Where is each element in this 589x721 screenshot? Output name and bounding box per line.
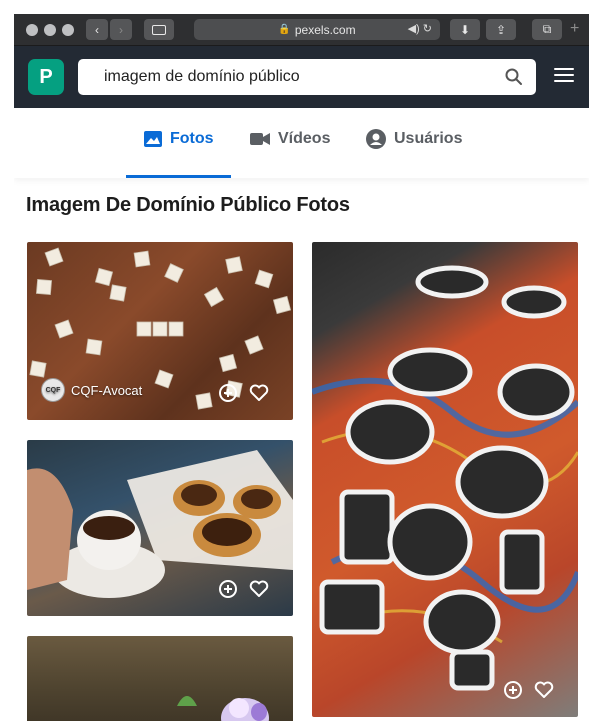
window-zoom-dot[interactable] [62, 24, 74, 36]
pexels-logo[interactable]: P [28, 59, 64, 95]
search-input[interactable]: imagem de domínio público [78, 59, 536, 95]
tab-usuarios[interactable]: Usuários [366, 127, 462, 151]
site-header: P imagem de domínio público [14, 46, 589, 108]
page-title: Imagem De Domínio Público Fotos [26, 194, 350, 216]
forward-button[interactable]: › [110, 19, 132, 40]
author-name: CQF-Avocat [71, 382, 143, 398]
share-button[interactable]: ⇪ [486, 19, 516, 40]
tab-fotos-label: Fotos [170, 130, 214, 147]
hamburger-icon[interactable] [554, 68, 574, 86]
window-minimize-dot[interactable] [44, 24, 56, 36]
photo-actions [219, 384, 269, 402]
downloads-button[interactable]: ⬇ [450, 19, 480, 40]
lock-icon: 🔒 [278, 24, 291, 35]
photo-cupcake[interactable] [27, 636, 293, 721]
browser-toolbar: ‹ › 🔒 pexels.com ◀︎) ↻ ⬇ ⇪ ⧉ + [14, 14, 589, 46]
address-bar[interactable]: 🔒 pexels.com ◀︎) ↻ [194, 19, 440, 40]
tab-fotos[interactable]: Fotos [144, 127, 214, 151]
photo-actions [219, 580, 269, 598]
tab-videos[interactable]: Vídeos [250, 127, 330, 151]
video-camera-icon [250, 133, 270, 145]
add-to-collection-icon[interactable] [219, 384, 237, 402]
speaker-reload-icons[interactable]: ◀︎) ↻ [408, 22, 432, 35]
author-avatar: CQF [41, 378, 65, 402]
tab-usuarios-label: Usuários [394, 130, 463, 147]
photo-metal-letters[interactable] [312, 242, 578, 717]
sidebar-button[interactable] [144, 19, 174, 40]
heart-icon[interactable] [249, 384, 269, 402]
active-tab-indicator [126, 175, 231, 178]
tabs-overview-button[interactable]: ⧉ [532, 19, 562, 40]
photo-scrabble-tiles[interactable]: CQF CQF-Avocat [27, 242, 293, 420]
heart-icon[interactable] [249, 580, 269, 598]
window-close-dot[interactable] [26, 24, 38, 36]
add-to-collection-icon[interactable] [219, 580, 237, 598]
heart-icon[interactable] [534, 681, 554, 699]
photo-coffee-pastries[interactable] [27, 440, 293, 616]
add-to-collection-icon[interactable] [504, 681, 522, 699]
photo-author[interactable]: CQF CQF-Avocat [41, 378, 142, 402]
back-button[interactable]: ‹ [86, 19, 108, 40]
photo-actions [504, 681, 554, 699]
photo-cupcake-artwork [177, 696, 269, 721]
tab-videos-label: Vídeos [278, 130, 331, 147]
new-tab-button[interactable]: + [570, 20, 579, 38]
photo-icon [144, 131, 162, 147]
media-type-tabs: Fotos Vídeos Usuários [14, 108, 589, 178]
user-icon [366, 129, 386, 149]
address-bar-url: pexels.com [294, 22, 356, 37]
search-icon[interactable] [504, 67, 524, 87]
photo-letters-artwork [312, 265, 578, 691]
sidebar-icon [152, 24, 166, 35]
search-input-value: imagem de domínio público [104, 68, 300, 85]
browser-window: ‹ › 🔒 pexels.com ◀︎) ↻ ⬇ ⇪ ⧉ + P imagem … [14, 14, 589, 721]
